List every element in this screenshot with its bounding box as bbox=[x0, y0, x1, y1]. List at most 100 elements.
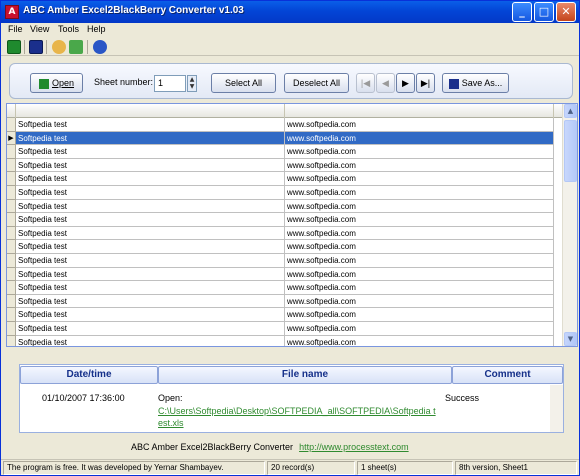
grid-scrollbar[interactable]: ▲ ▼ bbox=[562, 104, 577, 346]
row-indicator[interactable] bbox=[7, 172, 16, 186]
table-row[interactable]: Softpedia test www.softpedia.com bbox=[7, 186, 563, 200]
cell-name[interactable]: Softpedia test bbox=[16, 172, 285, 186]
cell-name[interactable]: Softpedia test bbox=[16, 294, 285, 309]
spin-up-icon[interactable]: ▲ bbox=[188, 76, 196, 83]
table-row[interactable]: Softpedia test www.softpedia.com bbox=[7, 172, 563, 186]
cell-url[interactable]: www.softpedia.com bbox=[285, 308, 554, 322]
cell-url[interactable]: www.softpedia.com bbox=[285, 213, 554, 227]
sheet-number-spinner[interactable]: ▲ ▼ bbox=[187, 75, 197, 92]
table-row[interactable]: Softpedia test www.softpedia.com bbox=[7, 254, 563, 268]
maximize-button[interactable]: □ bbox=[534, 2, 554, 22]
cell-url[interactable]: www.softpedia.com bbox=[285, 254, 554, 268]
row-indicator[interactable] bbox=[7, 267, 16, 282]
sheet-number-input[interactable]: 1 bbox=[154, 75, 186, 92]
cell-url[interactable]: www.softpedia.com bbox=[285, 267, 554, 282]
hand-icon[interactable] bbox=[52, 40, 66, 54]
cell-url[interactable]: www.softpedia.com bbox=[285, 322, 554, 336]
cell-url[interactable]: www.softpedia.com bbox=[285, 172, 554, 186]
abc-check-icon[interactable] bbox=[69, 40, 83, 54]
table-row[interactable]: Softpedia test www.softpedia.com bbox=[7, 240, 563, 254]
table-row[interactable]: Softpedia test www.softpedia.com bbox=[7, 294, 563, 309]
cell-name[interactable]: Softpedia test bbox=[16, 118, 285, 132]
cell-name[interactable]: Softpedia test bbox=[16, 308, 285, 322]
prev-record-button[interactable]: ◀ bbox=[376, 73, 395, 93]
cell-name[interactable]: Softpedia test bbox=[16, 131, 285, 146]
cell-url[interactable]: www.softpedia.com bbox=[285, 131, 554, 146]
cell-url[interactable]: www.softpedia.com bbox=[285, 335, 554, 346]
save-as-button[interactable]: Save As... bbox=[442, 73, 509, 93]
cell-url[interactable]: www.softpedia.com bbox=[285, 240, 554, 254]
cell-name[interactable]: Softpedia test bbox=[16, 281, 285, 295]
cell-url[interactable]: www.softpedia.com bbox=[285, 145, 554, 159]
first-record-button[interactable]: |◀ bbox=[356, 73, 375, 93]
cell-name[interactable]: Softpedia test bbox=[16, 186, 285, 200]
table-row[interactable]: Softpedia test www.softpedia.com bbox=[7, 226, 563, 241]
row-indicator[interactable] bbox=[7, 226, 16, 241]
cell-name[interactable]: Softpedia test bbox=[16, 145, 285, 159]
cell-name[interactable]: Softpedia test bbox=[16, 322, 285, 336]
cell-name[interactable]: Softpedia test bbox=[16, 254, 285, 268]
cell-name[interactable]: Softpedia test bbox=[16, 240, 285, 254]
row-indicator[interactable] bbox=[7, 254, 16, 268]
row-indicator[interactable] bbox=[7, 240, 16, 254]
spin-down-icon[interactable]: ▼ bbox=[188, 83, 196, 90]
row-indicator[interactable] bbox=[7, 158, 16, 173]
open-button[interactable]: Open bbox=[30, 73, 83, 93]
cell-url[interactable]: www.softpedia.com bbox=[285, 281, 554, 295]
header-column-1[interactable] bbox=[16, 104, 285, 118]
header-column-2[interactable] bbox=[285, 104, 554, 118]
deselect-all-button[interactable]: Deselect All bbox=[284, 73, 349, 93]
table-row[interactable]: Softpedia test www.softpedia.com bbox=[7, 199, 563, 214]
table-row[interactable]: Softpedia test www.softpedia.com bbox=[7, 322, 563, 336]
table-row[interactable]: Softpedia test www.softpedia.com bbox=[7, 213, 563, 227]
cell-name[interactable]: Softpedia test bbox=[16, 335, 285, 346]
table-row[interactable]: Softpedia test www.softpedia.com bbox=[7, 281, 563, 295]
cell-url[interactable]: www.softpedia.com bbox=[285, 186, 554, 200]
menu-view[interactable]: View bbox=[30, 24, 49, 34]
cell-url[interactable]: www.softpedia.com bbox=[285, 158, 554, 173]
cell-url[interactable]: www.softpedia.com bbox=[285, 118, 554, 132]
scroll-up-icon[interactable]: ▲ bbox=[564, 104, 577, 118]
cell-url[interactable]: www.softpedia.com bbox=[285, 199, 554, 214]
close-button[interactable]: ✕ bbox=[556, 2, 576, 22]
row-indicator[interactable] bbox=[7, 118, 16, 132]
row-indicator[interactable] bbox=[7, 199, 16, 214]
cell-name[interactable]: Softpedia test bbox=[16, 199, 285, 214]
title-bar[interactable]: A ABC Amber Excel2BlackBerry Converter v… bbox=[1, 1, 579, 23]
blackberry-icon[interactable] bbox=[29, 40, 43, 54]
row-indicator[interactable] bbox=[7, 322, 16, 336]
scroll-down-icon[interactable]: ▼ bbox=[564, 332, 577, 346]
table-row[interactable]: Softpedia test www.softpedia.com bbox=[7, 335, 563, 346]
table-row[interactable]: Softpedia test www.softpedia.com bbox=[7, 118, 563, 132]
table-row[interactable]: Softpedia test www.softpedia.com bbox=[7, 158, 563, 173]
cell-url[interactable]: www.softpedia.com bbox=[285, 226, 554, 241]
row-indicator[interactable] bbox=[7, 213, 16, 227]
select-all-button[interactable]: Select All bbox=[211, 73, 276, 93]
table-row[interactable]: Softpedia test www.softpedia.com bbox=[7, 145, 563, 159]
menu-help[interactable]: Help bbox=[87, 24, 106, 34]
row-indicator[interactable] bbox=[7, 294, 16, 309]
table-row[interactable]: Softpedia test www.softpedia.com bbox=[7, 267, 563, 282]
row-indicator[interactable]: ▶ bbox=[7, 131, 16, 146]
table-row[interactable]: ▶ Softpedia test www.softpedia.com bbox=[7, 131, 563, 146]
excel-open-icon[interactable] bbox=[7, 40, 21, 54]
row-indicator[interactable] bbox=[7, 308, 16, 322]
menu-file[interactable]: File bbox=[8, 24, 23, 34]
minimize-button[interactable]: _ bbox=[512, 2, 532, 22]
row-indicator[interactable] bbox=[7, 281, 16, 295]
data-grid[interactable]: Softpedia test www.softpedia.com ▶ Softpedi… bbox=[6, 103, 578, 347]
next-record-button[interactable]: ▶ bbox=[396, 73, 415, 93]
cell-name[interactable]: Softpedia test bbox=[16, 267, 285, 282]
row-indicator[interactable] bbox=[7, 145, 16, 159]
website-link[interactable]: http://www.processtext.com bbox=[299, 442, 409, 452]
row-indicator[interactable] bbox=[7, 186, 16, 200]
cell-name[interactable]: Softpedia test bbox=[16, 226, 285, 241]
row-indicator[interactable] bbox=[7, 335, 16, 346]
last-record-button[interactable]: ▶| bbox=[416, 73, 435, 93]
log-entry-path-link[interactable]: C:\Users\Softpedia\Desktop\SOFTPEDIA_all… bbox=[158, 405, 440, 429]
scroll-thumb[interactable] bbox=[564, 120, 577, 182]
cell-url[interactable]: www.softpedia.com bbox=[285, 294, 554, 309]
cell-name[interactable]: Softpedia test bbox=[16, 158, 285, 173]
menu-tools[interactable]: Tools bbox=[58, 24, 79, 34]
cell-name[interactable]: Softpedia test bbox=[16, 213, 285, 227]
